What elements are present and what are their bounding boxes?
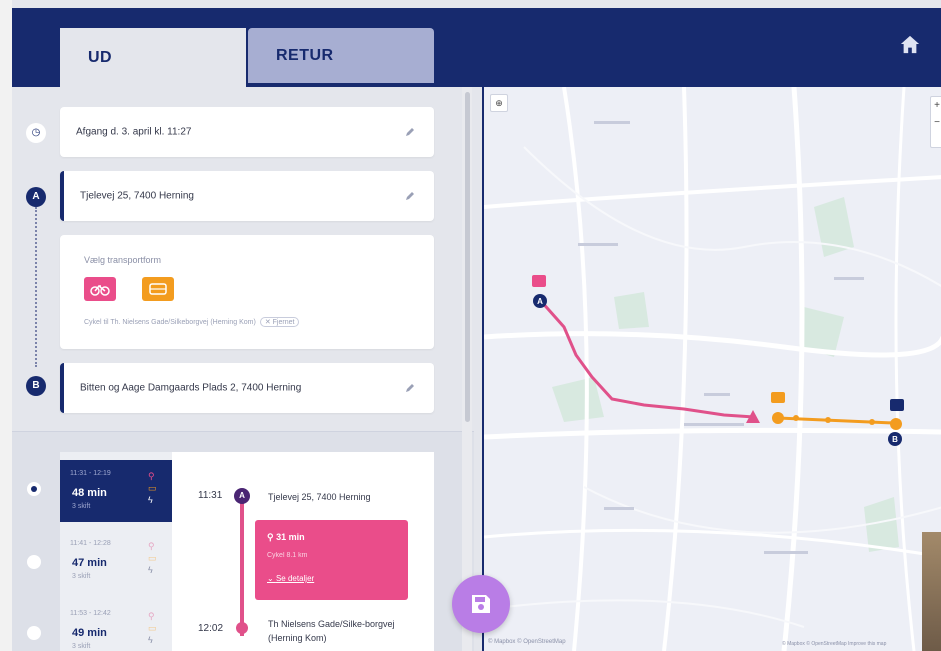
top-bar: UD RETUR	[12, 8, 941, 87]
transport-label: Vælg transportform	[84, 255, 162, 265]
departure-text: Afgang d. 3. april kl. 11:27	[76, 126, 192, 138]
from-field[interactable]: Tjelevej 25, 7400 Herning	[60, 171, 434, 221]
transport-selector: Vælg transportform Cykel til Th. Nielsen…	[60, 235, 434, 349]
option-mode-icons: ⚲ ▭ ϟ	[148, 610, 162, 646]
marker-a-icon: A	[234, 488, 250, 504]
route-line	[240, 496, 244, 636]
option-duration: 47 min	[72, 557, 107, 569]
bus-icon: ▭	[148, 483, 157, 493]
bike-mode-button[interactable]	[84, 277, 116, 301]
marker-b-icon: B	[26, 376, 46, 396]
option-time: 11:31 - 12:19	[70, 470, 111, 477]
route-option[interactable]: 11:41 - 12:28 47 min 3 skift ⚲ ▭ ϟ	[60, 530, 172, 595]
edit-icon[interactable]	[404, 190, 416, 202]
bike-icon: ⚲	[148, 611, 155, 621]
home-icon[interactable]	[899, 34, 921, 54]
bus-icon: ▭	[148, 623, 157, 633]
bus-icon	[149, 283, 167, 295]
route-option[interactable]: 11:53 - 12:42 49 min 3 skift ⚲ ▭ ϟ	[60, 600, 172, 651]
start-stop: Tjelevej 25, 7400 Herning	[268, 492, 371, 502]
walk-icon: ϟ	[148, 495, 153, 505]
see-details-link[interactable]: ⌄ Se detaljer	[267, 574, 314, 583]
see-details-text: Se detaljer	[275, 574, 315, 583]
edit-icon[interactable]	[404, 382, 416, 394]
route-options: 11:31 - 12:19 48 min 3 skift ⚲ ▭ ϟ 11:41…	[60, 452, 172, 651]
scrollbar-thumb[interactable]	[465, 92, 470, 422]
svg-text:A: A	[537, 297, 543, 306]
option-mode-icons: ⚲ ▭ ϟ	[148, 540, 162, 576]
svg-text:B: B	[892, 435, 898, 444]
page: UD RETUR ◷ A B Afgang d. 3. april kl. 11…	[0, 0, 941, 651]
option-radio-2[interactable]	[27, 555, 41, 569]
zoom-in-button[interactable]: +	[931, 97, 941, 114]
option-time: 11:53 - 12:42	[70, 610, 111, 617]
map-attribution: © Mapbox © OpenStreetMap	[488, 639, 566, 645]
marker-a-icon: A	[26, 187, 46, 207]
compass-button[interactable]: ⊕	[490, 94, 508, 112]
end-stop: Th Nielsens Gade/Silke-borgvej (Herning …	[268, 619, 395, 643]
option-duration: 48 min	[72, 487, 107, 499]
bike-icon: ⚲	[148, 471, 155, 481]
option-radio-3[interactable]	[27, 626, 41, 640]
clock-icon: ◷	[26, 123, 46, 143]
start-time: 11:31	[198, 490, 223, 501]
walk-icon: ϟ	[148, 635, 153, 645]
zoom-control: + −	[930, 96, 941, 148]
bus-icon: ▭	[148, 553, 157, 563]
option-duration: 49 min	[72, 627, 107, 639]
leg-duration: ⚲ 31 min	[267, 532, 305, 542]
route-connector	[35, 207, 37, 367]
stop-dot	[236, 622, 248, 634]
transport-note-text: Cykel til Th. Nielsens Gade/Silkeborgvej…	[84, 319, 256, 326]
remove-chip[interactable]: ✕ Fjernet	[259, 317, 300, 327]
to-field[interactable]: Bitten og Aage Damgaards Plads 2, 7400 H…	[60, 363, 434, 413]
route-detail: 11:31 A Tjelevej 25, 7400 Herning ⚲ 31 m…	[172, 452, 434, 651]
end-time: 12:02	[198, 623, 224, 634]
left-gutter	[0, 0, 12, 651]
leg-duration-text: 31 min	[276, 532, 305, 542]
transport-note: Cykel til Th. Nielsens Gade/Silkeborgvej…	[84, 317, 300, 327]
to-text: Bitten og Aage Damgaards Plads 2, 7400 H…	[80, 382, 302, 394]
map[interactable]: A B	[482, 87, 941, 651]
save-icon	[472, 595, 490, 613]
option-transfers: 3 skift	[72, 643, 91, 650]
bike-leg-card[interactable]: ⚲ 31 min Cykel 8.1 km ⌄ Se detaljer	[255, 520, 408, 600]
walk-icon: ϟ	[148, 565, 153, 575]
option-transfers: 3 skift	[72, 503, 91, 510]
option-radio-1[interactable]	[27, 482, 41, 496]
bus-mode-button[interactable]	[142, 277, 174, 301]
edit-icon[interactable]	[404, 126, 416, 138]
leg-sub: Cykel 8.1 km	[267, 552, 308, 559]
tab-retur[interactable]: RETUR	[248, 28, 434, 83]
departure-field[interactable]: Afgang d. 3. april kl. 11:27	[60, 107, 434, 157]
map-canvas: A B	[484, 87, 941, 651]
from-text: Tjelevej 25, 7400 Herning	[80, 190, 194, 202]
option-transfers: 3 skift	[72, 573, 91, 580]
bike-icon	[90, 284, 110, 296]
route-option[interactable]: 11:31 - 12:19 48 min 3 skift ⚲ ▭ ϟ	[60, 460, 172, 522]
bike-icon: ⚲	[148, 541, 155, 551]
option-mode-icons: ⚲ ▭ ϟ	[148, 470, 162, 506]
map-attribution-right[interactable]: © Mapbox © OpenStreetMap Improve this ma…	[782, 641, 886, 647]
photo-thumbnail	[922, 532, 941, 651]
zoom-out-button[interactable]: −	[931, 114, 941, 131]
option-time: 11:41 - 12:28	[70, 540, 111, 547]
save-button[interactable]	[452, 575, 510, 633]
tab-ud[interactable]: UD	[60, 28, 246, 87]
